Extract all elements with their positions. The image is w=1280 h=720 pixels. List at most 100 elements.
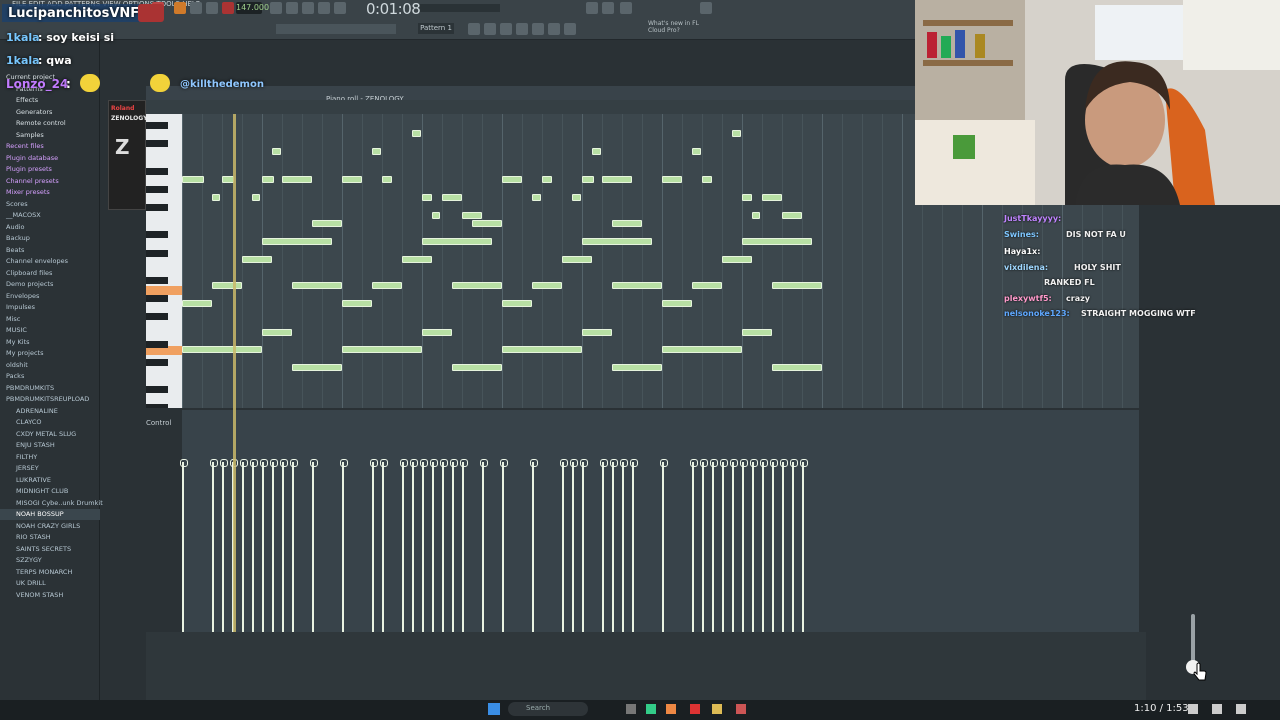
midi-note[interactable] (182, 300, 212, 307)
playhead[interactable] (233, 114, 236, 632)
midi-note[interactable] (692, 282, 722, 289)
midi-note[interactable] (462, 212, 482, 219)
midi-note[interactable] (612, 282, 662, 289)
timeline-ruler[interactable] (146, 100, 916, 114)
browser-item[interactable]: CLAYCO (0, 417, 42, 428)
piano-roll-icon[interactable] (500, 23, 512, 35)
stop-icon[interactable] (206, 2, 218, 14)
loop-record-icon[interactable] (318, 2, 330, 14)
velocity-bar[interactable] (430, 459, 438, 632)
midi-note[interactable] (532, 194, 541, 201)
browser-item[interactable]: Backup (0, 233, 30, 244)
browser-item[interactable]: SAINTS SECRETS (0, 544, 71, 555)
midi-note[interactable] (502, 300, 532, 307)
velocity-bar[interactable] (440, 459, 448, 632)
browser-item[interactable]: Effects (0, 95, 38, 106)
midi-note[interactable] (342, 346, 422, 353)
velocity-bar[interactable] (450, 459, 458, 632)
velocity-bar[interactable] (530, 459, 538, 632)
windows-icon[interactable] (488, 703, 500, 715)
midi-note[interactable] (662, 346, 742, 353)
browser-item[interactable]: SZZYGY (0, 555, 42, 566)
velocity-bar[interactable] (420, 459, 428, 632)
midi-note[interactable] (402, 256, 432, 263)
midi-note[interactable] (612, 220, 642, 227)
browser-item[interactable]: MISOGI Cybe..unk Drumkit (0, 498, 103, 509)
midi-note[interactable] (372, 282, 402, 289)
midi-note[interactable] (702, 176, 712, 183)
midi-note[interactable] (312, 220, 342, 227)
app-icon[interactable] (736, 704, 746, 714)
midi-note[interactable] (532, 282, 562, 289)
velocity-bar[interactable] (180, 459, 188, 632)
midi-note[interactable] (422, 194, 432, 201)
velocity-bar[interactable] (770, 459, 778, 632)
midi-note[interactable] (262, 238, 332, 245)
midi-note[interactable] (252, 194, 260, 201)
browser-item[interactable]: __MACOSX (0, 210, 41, 221)
velocity-bar[interactable] (790, 459, 798, 632)
black-key[interactable] (146, 185, 168, 193)
midi-note[interactable] (602, 176, 632, 183)
midi-note[interactable] (542, 176, 552, 183)
midi-note[interactable] (772, 364, 822, 371)
browser-item[interactable]: UK DRILL (0, 578, 46, 589)
midi-note[interactable] (452, 364, 502, 371)
velocity-bar[interactable] (400, 459, 408, 632)
black-key[interactable] (146, 313, 168, 321)
velocity-bar[interactable] (480, 459, 488, 632)
midi-note[interactable] (242, 256, 272, 263)
app-icon[interactable] (666, 704, 676, 714)
midi-note[interactable] (342, 300, 372, 307)
browser-item[interactable]: MIDNIGHT CLUB (0, 486, 68, 497)
midi-note[interactable] (742, 238, 812, 245)
browser-item[interactable]: ADRENALINE (0, 406, 58, 417)
velocity-bar[interactable] (380, 459, 388, 632)
velocity-bar[interactable] (560, 459, 568, 632)
browser-item[interactable]: PBMDRUMKITS (0, 383, 54, 394)
black-key[interactable] (146, 140, 168, 148)
velocity-bar[interactable] (460, 459, 468, 632)
black-key[interactable] (146, 404, 168, 408)
wait-icon[interactable] (286, 2, 298, 14)
info-icon[interactable] (700, 2, 712, 14)
velocity-bar[interactable] (570, 459, 578, 632)
midi-note[interactable] (262, 176, 274, 183)
velocity-bar[interactable] (730, 459, 738, 632)
midi-note[interactable] (182, 176, 204, 183)
blend-icon[interactable] (334, 2, 346, 14)
velocity-bar[interactable] (740, 459, 748, 632)
browser-item[interactable]: CXDY METAL SLUG (0, 429, 76, 440)
pattern-selector[interactable]: Pattern 1 (418, 23, 454, 34)
midi-note[interactable] (212, 282, 242, 289)
black-key[interactable] (146, 276, 168, 284)
browser-item[interactable]: Impulses (0, 302, 35, 313)
velocity-bar[interactable] (410, 459, 418, 632)
midi-note[interactable] (752, 212, 760, 219)
velocity-bar[interactable] (620, 459, 628, 632)
velocity-bar[interactable] (780, 459, 788, 632)
settings-icon[interactable] (1212, 704, 1222, 714)
black-key[interactable] (146, 249, 168, 257)
midi-note[interactable] (662, 176, 682, 183)
browser-item[interactable]: Samples (0, 130, 44, 141)
midi-note[interactable] (692, 148, 701, 155)
midi-note[interactable] (212, 194, 220, 201)
midi-note[interactable] (272, 148, 281, 155)
velocity-lane[interactable] (180, 410, 1139, 632)
browser-icon[interactable] (532, 23, 544, 35)
midi-note[interactable] (262, 329, 292, 336)
velocity-bar[interactable] (750, 459, 758, 632)
fullscreen-icon[interactable] (1236, 704, 1246, 714)
plugin-window[interactable]: Roland ZENOLOGY Z (108, 100, 147, 210)
browser-item[interactable]: Plugin database (0, 153, 58, 164)
browser-item[interactable]: LUKRATIVE (0, 475, 51, 486)
piano-keyboard[interactable] (146, 114, 182, 408)
midi-note[interactable] (582, 329, 612, 336)
midi-note[interactable] (372, 148, 381, 155)
black-key[interactable] (146, 358, 168, 366)
browser-item[interactable]: oldshit (0, 360, 28, 371)
pattern-song-toggle[interactable] (174, 2, 186, 14)
midi-note[interactable] (572, 194, 581, 201)
browser-item[interactable]: Mixer presets (0, 187, 50, 198)
